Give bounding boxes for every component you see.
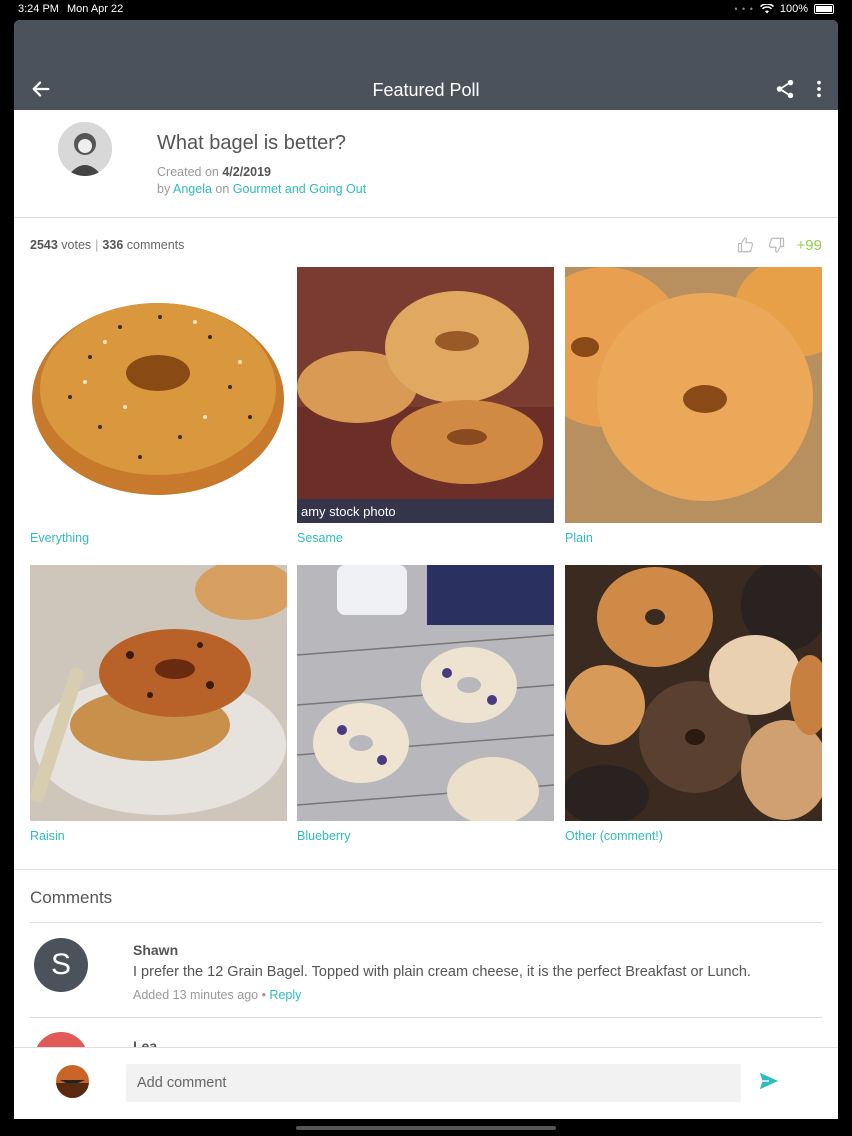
wifi-icon — [759, 4, 774, 14]
poll-sheet: Featured Poll What bagel is better? Crea… — [14, 20, 838, 1119]
option-image-raisin[interactable] — [30, 565, 287, 821]
option-label[interactable]: Everything — [30, 531, 287, 545]
battery-percent: 100% — [779, 3, 808, 15]
thumbs-up-icon[interactable] — [737, 236, 755, 254]
stock-watermark: amy stock photo — [301, 504, 396, 519]
option-image-everything[interactable] — [30, 267, 287, 523]
comment-composer — [14, 1047, 838, 1119]
on-text: on — [211, 182, 233, 196]
poll-option-sesame[interactable]: amy stock photo Sesame — [297, 267, 554, 545]
votes-count: 2543 — [30, 238, 58, 252]
poll-question: What bagel is better? — [157, 132, 346, 154]
by-line: by Angela on Gourmet and Going Out — [157, 181, 366, 198]
page-title: Featured Poll — [372, 80, 480, 100]
option-label[interactable]: Other (comment!) — [565, 829, 822, 843]
author-avatar[interactable] — [58, 122, 112, 176]
poll-header: What bagel is better? Created on 4/2/201… — [14, 110, 838, 218]
more-vert-icon[interactable] — [810, 78, 828, 100]
votes-label: votes — [57, 238, 92, 252]
category-link[interactable]: Gourmet and Going Out — [233, 182, 366, 196]
poll-option-plain[interactable]: Plain — [565, 267, 822, 545]
comment-time: Added 13 minutes ago — [133, 988, 259, 1002]
created-date: 4/2/2019 — [222, 165, 271, 179]
option-image-sesame[interactable]: amy stock photo — [297, 267, 554, 523]
app-bar: Featured Poll — [14, 20, 838, 110]
poll-stats: 2543 votes | 336 comments — [30, 238, 184, 252]
comments-count: 336 — [102, 238, 124, 252]
home-indicator[interactable] — [296, 1126, 556, 1130]
comments-divider — [14, 869, 838, 870]
comments-label: comments — [123, 238, 185, 252]
option-image-blueberry[interactable] — [297, 565, 554, 821]
status-time: 3:24 PM — [18, 3, 59, 15]
status-date: Mon Apr 22 — [67, 3, 124, 15]
created-prefix: Created on — [157, 165, 223, 179]
battery-icon — [814, 4, 834, 14]
poll-option-raisin[interactable]: Raisin — [30, 565, 287, 843]
comments-heading: Comments — [30, 888, 113, 907]
created-line: Created on 4/2/2019 — [157, 164, 366, 181]
send-icon[interactable] — [758, 1070, 780, 1092]
option-image-other[interactable] — [565, 565, 822, 821]
share-icon[interactable] — [774, 78, 796, 100]
poll-option-blueberry[interactable]: Blueberry — [297, 565, 554, 843]
poll-option-other[interactable]: Other (comment!) — [565, 565, 822, 843]
multitask-dots-icon: • • • — [734, 4, 754, 14]
thumbs-down-icon[interactable] — [767, 236, 785, 254]
option-label[interactable]: Plain — [565, 531, 822, 545]
status-bar: 3:24 PM Mon Apr 22 • • • 100% — [0, 0, 852, 20]
current-user-avatar[interactable] — [56, 1065, 89, 1098]
author-link[interactable]: Angela — [173, 182, 212, 196]
comment-text: I prefer the 12 Grain Bagel. Topped with… — [133, 964, 751, 980]
comment-meta: Added 13 minutes ago • Reply — [133, 988, 301, 1002]
status-right: • • • 100% — [734, 3, 834, 15]
vote-score: +99 — [796, 236, 822, 254]
poll-option-everything[interactable]: Everything — [30, 267, 287, 545]
option-label[interactable]: Raisin — [30, 829, 287, 843]
option-label[interactable]: Sesame — [297, 531, 554, 545]
option-label[interactable]: Blueberry — [297, 829, 554, 843]
commenter-avatar[interactable]: S — [34, 938, 88, 992]
poll-meta: Created on 4/2/2019 by Angela on Gourmet… — [157, 164, 366, 198]
by-prefix: by — [157, 182, 173, 196]
option-image-plain[interactable] — [565, 267, 822, 523]
stats-divider: | — [95, 238, 99, 252]
meta-dot: • — [258, 988, 270, 1002]
reply-link[interactable]: Reply — [269, 988, 301, 1002]
comment-item: S Shawn I prefer the 12 Grain Bagel. Top… — [30, 922, 822, 1018]
vote-controls: +99 — [737, 236, 822, 254]
commenter-name[interactable]: Shawn — [133, 942, 178, 958]
add-comment-input[interactable] — [126, 1064, 741, 1102]
